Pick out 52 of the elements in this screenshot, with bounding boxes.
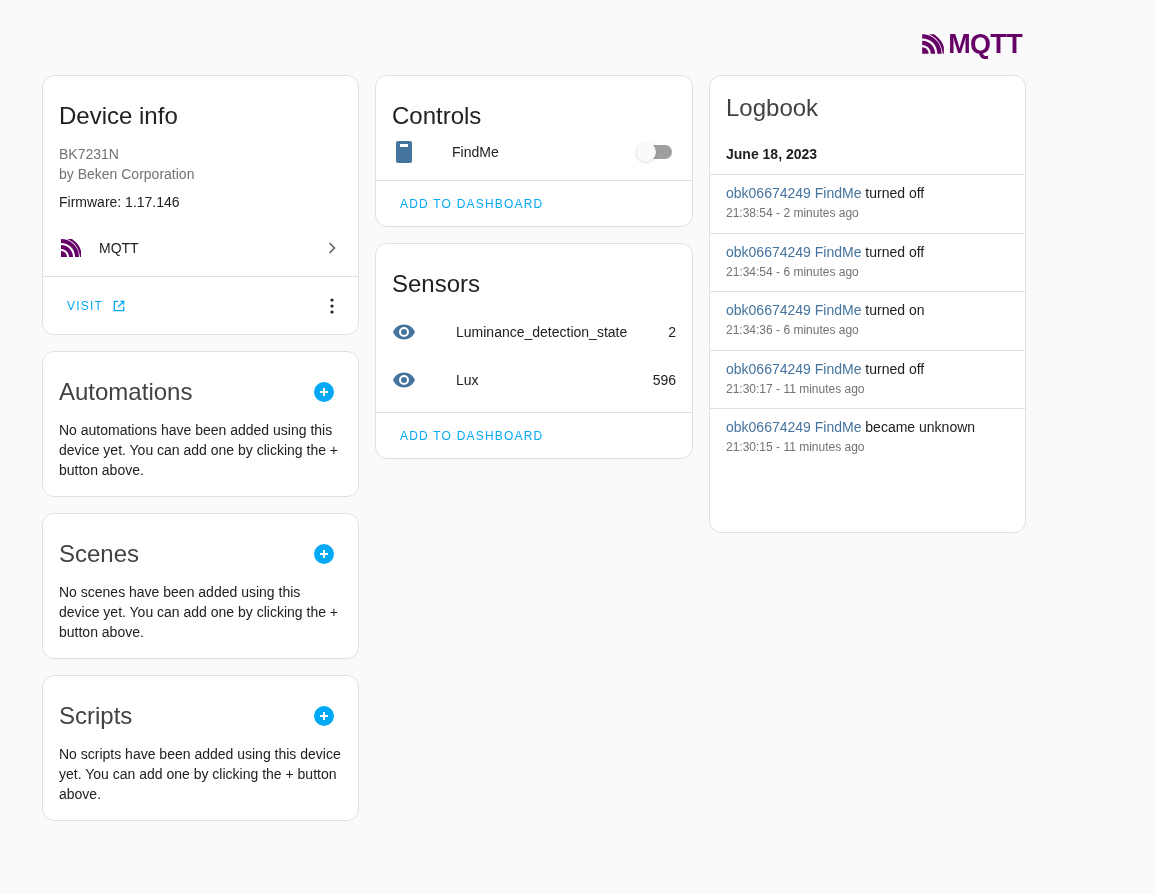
entity-link[interactable]: obk06674249 FindMe: [726, 302, 862, 318]
empty-message: No scenes have been added using this device yet. You can add one by clicking the + button above.: [59, 583, 340, 642]
integration-row[interactable]: MQTT: [43, 220, 358, 276]
empty-message: No scripts have been added using this device yet. You can add one by clicking the + button above.: [59, 745, 342, 804]
toggle-switch[interactable]: [636, 145, 672, 159]
event-time: 21:30:17 - 11 minutes ago: [726, 380, 866, 398]
device-icon: [396, 141, 412, 163]
visit-link[interactable]: VISIT: [59, 297, 135, 314]
event-time: 21:34:36 - 6 minutes ago: [726, 322, 860, 339]
event-message: turned off: [865, 185, 925, 201]
card-title: Scripts: [59, 701, 133, 731]
manufacturer-text: by Beken Corporation: [59, 165, 196, 184]
plus-icon: [318, 386, 330, 398]
sensor-value: 2: [668, 323, 676, 342]
logo-text: MQTT: [948, 30, 1022, 58]
card-title: Device info: [59, 101, 179, 131]
card-title: Sensors: [391, 269, 482, 299]
event-message: turned off: [865, 243, 925, 260]
plus-icon: [318, 548, 330, 560]
entity-name[interactable]: Lux: [456, 370, 653, 390]
firmware-text: Firmware: 1.17.146: [59, 193, 181, 212]
entity-link[interactable]: obk06674249 FindMe: [726, 360, 862, 377]
add-to-dashboard-button[interactable]: ADD TO DASHBOARD: [392, 195, 552, 212]
add-button[interactable]: [314, 706, 334, 726]
event-time: 21:38:54 - 2 minutes ago: [726, 205, 860, 222]
sensor-value: 596: [652, 371, 676, 390]
empty-message: No automations have been added using this device yet. You can add one by clicking the + button above.: [59, 421, 340, 480]
logo-icon: [920, 31, 947, 57]
entity-link[interactable]: obk06674249 FindMe: [726, 243, 862, 260]
date-heading: June 18, 2023: [725, 145, 819, 164]
integration-name: MQTT: [99, 239, 140, 258]
card-title: Logbook: [725, 93, 820, 123]
toggle-thumb: [636, 142, 656, 162]
entity-name[interactable]: Luminance_detection_state: [456, 322, 669, 342]
entity-link[interactable]: obk06674249 FindMe: [726, 185, 862, 201]
add-button[interactable]: [314, 544, 334, 564]
event-message: became unknown: [865, 419, 976, 435]
entity-link[interactable]: obk06674249 FindMe: [726, 419, 862, 435]
more-vertical-icon[interactable]: [330, 297, 334, 314]
event-time: 21:34:54 - 6 minutes ago: [726, 263, 860, 281]
event-time: 21:30:15 - 11 minutes ago: [726, 439, 866, 456]
card-title: Scenes: [59, 539, 140, 569]
add-button[interactable]: [314, 382, 334, 402]
model-text: BK7231N: [59, 145, 120, 164]
plus-icon: [318, 710, 330, 722]
wifi-waves-icon: [59, 236, 83, 260]
entity-name[interactable]: FindMe: [452, 142, 636, 162]
add-to-dashboard-button[interactable]: ADD TO DASHBOARD: [392, 427, 552, 444]
event-message: turned on: [865, 302, 925, 318]
event-message: turned off: [865, 360, 925, 377]
card-title: Automations: [59, 377, 193, 407]
card-title: Controls: [391, 101, 483, 131]
